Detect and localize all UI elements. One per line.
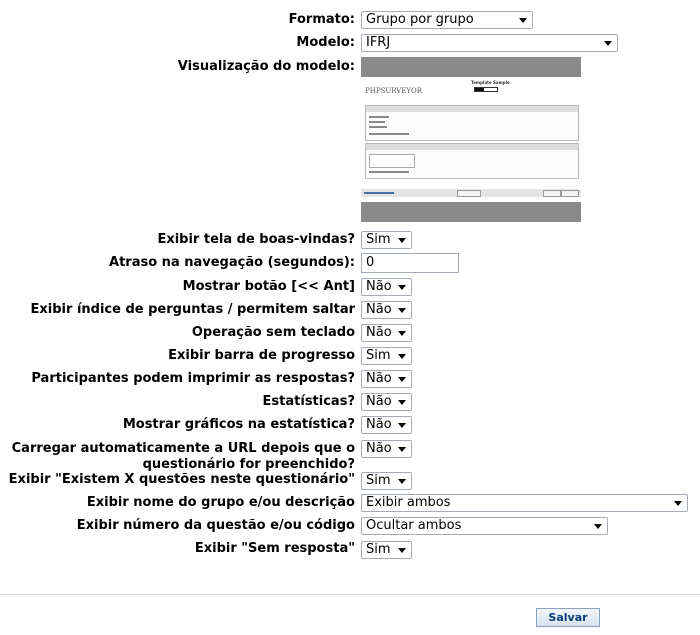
botao-ant-label: Mostrar botão [<< Ant] [182, 279, 355, 294]
graficos-value: Não [366, 417, 392, 432]
chevron-down-icon [519, 18, 527, 23]
numero-questao-label: Exibir número da questão e/ou código [76, 518, 355, 533]
preview-page: PHPSURVEYOR Template Sample [361, 77, 581, 202]
sem-teclado-value: Não [366, 325, 392, 340]
template-preview-image: PHPSURVEYOR Template Sample [361, 57, 581, 222]
chevron-down-icon [398, 447, 406, 452]
formato-select[interactable]: Grupo por grupo [361, 11, 533, 29]
chevron-down-icon [398, 423, 406, 428]
preview-button [561, 190, 579, 197]
carregar-url-select[interactable]: Não [361, 440, 412, 458]
imprimir-label: Participantes podem imprimir as resposta… [31, 371, 355, 386]
carregar-url-value: Não [366, 441, 392, 456]
barra-progresso-select[interactable]: Sim [361, 347, 412, 365]
chevron-down-icon [604, 41, 612, 46]
chevron-down-icon [398, 377, 406, 382]
indice-select[interactable]: Não [361, 301, 412, 319]
preview-help-line [369, 133, 409, 135]
chevron-down-icon [398, 308, 406, 313]
visualizacao-label: Visualização do modelo: [177, 59, 355, 74]
nome-grupo-label: Exibir nome do grupo e/ou descrição [86, 495, 355, 510]
preview-option-line [369, 126, 387, 128]
preview-logo: PHPSURVEYOR [365, 87, 423, 95]
existem-x-label: Exibir "Existem X questões neste questio… [8, 472, 355, 487]
indice-value: Não [366, 302, 392, 317]
imprimir-select[interactable]: Não [361, 370, 412, 388]
chevron-down-icon [398, 238, 406, 243]
existem-x-select[interactable]: Sim [361, 472, 412, 490]
atraso-label: Atraso na navegação (segundos): [109, 255, 355, 270]
carregar-url-label: Carregar automaticamente a URL depois qu… [11, 441, 355, 472]
numero-questao-select[interactable]: Ocultar ambos [361, 517, 608, 535]
preview-question-header [366, 106, 578, 112]
imprimir-value: Não [366, 371, 392, 386]
formato-label: Formato: [288, 12, 355, 27]
preview-link [364, 192, 394, 194]
sem-teclado-select[interactable]: Não [361, 324, 412, 342]
modelo-select[interactable]: IFRJ [361, 34, 618, 52]
chevron-down-icon [398, 548, 406, 553]
barra-progresso-value: Sim [366, 348, 391, 363]
preview-title: Template Sample [471, 80, 510, 85]
preview-option-line [369, 121, 385, 123]
chevron-down-icon [398, 354, 406, 359]
estatisticas-label: Estatísticas? [262, 394, 355, 409]
preview-help-line [369, 171, 409, 173]
nome-grupo-value: Exibir ambos [366, 495, 451, 510]
graficos-label: Mostrar gráficos na estatística? [122, 417, 355, 432]
formato-value: Grupo por grupo [366, 12, 474, 27]
preview-button [457, 190, 481, 197]
sem-resposta-value: Sim [366, 542, 391, 557]
nome-grupo-select[interactable]: Exibir ambos [361, 494, 688, 512]
preview-footer [361, 189, 581, 197]
boas-vindas-label: Exibir tela de boas-vindas? [157, 232, 355, 247]
modelo-label: Modelo: [296, 35, 355, 50]
save-button[interactable]: Salvar [536, 608, 600, 627]
chevron-down-icon [398, 331, 406, 336]
chevron-down-icon [594, 524, 602, 529]
preview-textarea [369, 154, 415, 168]
preview-button [543, 190, 561, 197]
modelo-value: IFRJ [366, 35, 391, 50]
chevron-down-icon [398, 285, 406, 290]
footer-divider [0, 594, 700, 595]
chevron-down-icon [398, 479, 406, 484]
atraso-input[interactable]: 0 [361, 253, 459, 273]
preview-question-header [366, 144, 578, 150]
existem-x-value: Sim [366, 473, 391, 488]
boas-vindas-value: Sim [366, 232, 391, 247]
estatisticas-select[interactable]: Não [361, 393, 412, 411]
botao-ant-value: Não [366, 279, 392, 294]
preview-option-line [369, 116, 389, 118]
sem-teclado-label: Operação sem teclado [191, 325, 355, 340]
chevron-down-icon [674, 501, 682, 506]
indice-label: Exibir índice de perguntas / permitem sa… [30, 302, 355, 317]
boas-vindas-select[interactable]: Sim [361, 231, 412, 249]
numero-questao-value: Ocultar ambos [366, 518, 462, 533]
barra-progresso-label: Exibir barra de progresso [168, 348, 355, 363]
graficos-select[interactable]: Não [361, 416, 412, 434]
botao-ant-select[interactable]: Não [361, 278, 412, 296]
preview-question-2 [365, 143, 579, 179]
chevron-down-icon [398, 400, 406, 405]
estatisticas-value: Não [366, 394, 392, 409]
sem-resposta-label: Exibir "Sem resposta" [194, 541, 355, 556]
sem-resposta-select[interactable]: Sim [361, 541, 412, 559]
preview-question-1 [365, 105, 579, 141]
preview-progress-bar [474, 87, 498, 92]
